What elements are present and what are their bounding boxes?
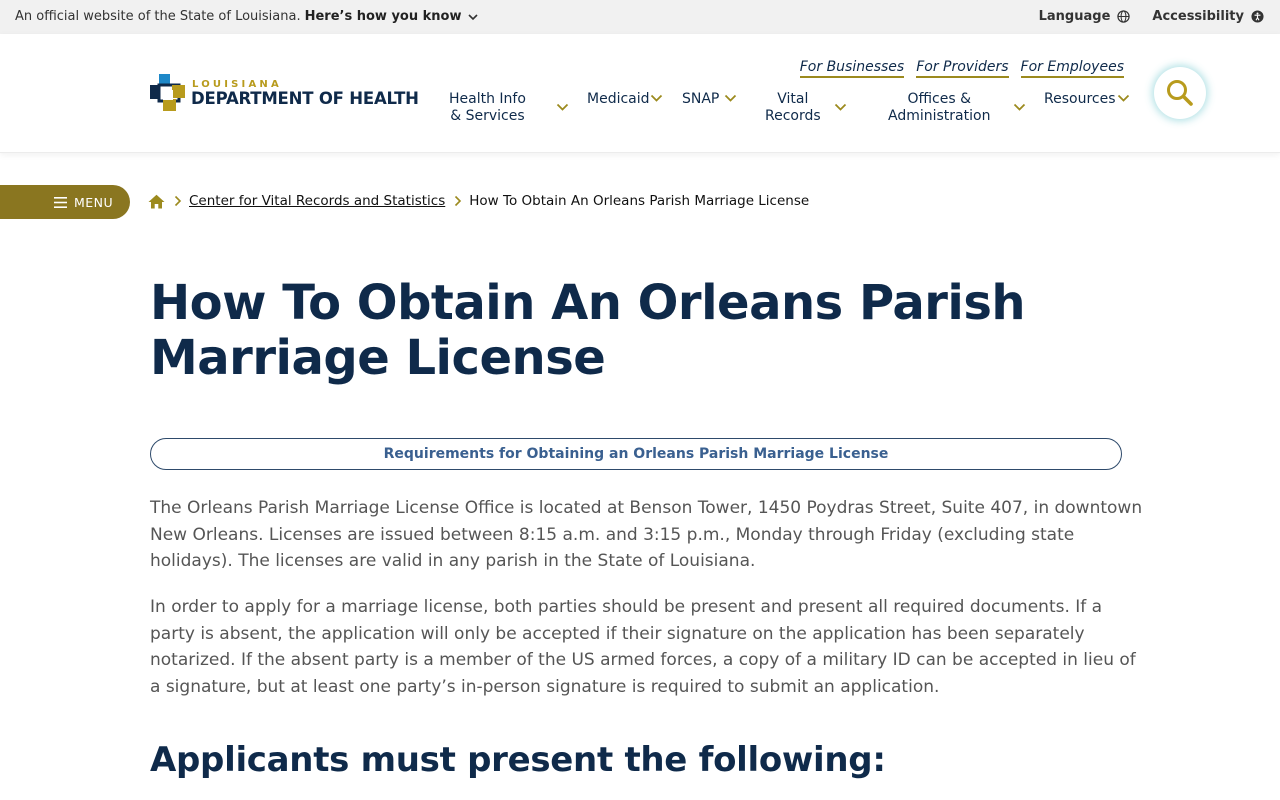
chevron-down-icon[interactable] bbox=[467, 11, 479, 23]
nav-medicaid[interactable]: Medicaid bbox=[587, 91, 650, 108]
nav-health-info[interactable]: Health Info & Services bbox=[449, 91, 526, 125]
nav-offices-administration[interactable]: Offices & Administration bbox=[888, 91, 990, 125]
hamburger-icon bbox=[54, 196, 67, 208]
nav-resources[interactable]: Resources bbox=[1044, 91, 1116, 108]
language-button[interactable]: Language bbox=[1039, 9, 1131, 24]
official-notice: An official website of the State of Loui… bbox=[15, 9, 479, 24]
chevron-right-icon bbox=[174, 195, 182, 207]
nav-vital-records[interactable]: Vital Records bbox=[765, 91, 821, 125]
accessibility-label: Accessibility bbox=[1152, 9, 1244, 24]
official-text: An official website of the State of Loui… bbox=[15, 9, 301, 24]
menu-button[interactable]: MENU bbox=[0, 185, 130, 219]
chevron-right-icon bbox=[455, 195, 462, 207]
chevron-down-icon[interactable] bbox=[1013, 103, 1026, 112]
home-icon[interactable] bbox=[148, 194, 165, 209]
chevron-down-icon[interactable] bbox=[1117, 94, 1130, 103]
site-header: LOUISIANA DEPARTMENT OF HEALTH For Busin… bbox=[0, 34, 1280, 153]
office-info-paragraph: The Orleans Parish Marriage License Offi… bbox=[150, 498, 1143, 572]
chevron-down-icon[interactable] bbox=[650, 94, 663, 103]
nav-snap[interactable]: SNAP bbox=[682, 91, 719, 108]
for-employees-link[interactable]: For Employees bbox=[1020, 59, 1124, 78]
application-info-paragraph: In order to apply for a marriage license… bbox=[150, 597, 1136, 697]
breadcrumb-vital-records-link[interactable]: Center for Vital Records and Statistics bbox=[189, 193, 445, 209]
accessibility-button[interactable]: Accessibility bbox=[1152, 9, 1264, 24]
search-button[interactable] bbox=[1154, 67, 1206, 119]
page-title: How To Obtain An Orleans Parish Marriage… bbox=[150, 275, 1026, 386]
for-businesses-link[interactable]: For Businesses bbox=[799, 59, 905, 78]
language-label: Language bbox=[1038, 9, 1111, 24]
requirements-jump-link[interactable]: Requirements for Obtaining an Orleans Pa… bbox=[150, 438, 1122, 470]
globe-icon bbox=[1117, 10, 1131, 23]
official-banner: An official website of the State of Loui… bbox=[0, 0, 1280, 34]
accessibility-icon bbox=[1251, 10, 1264, 23]
search-icon bbox=[1167, 80, 1193, 106]
chevron-down-icon[interactable] bbox=[834, 103, 847, 112]
chevron-down-icon[interactable] bbox=[556, 103, 569, 112]
audience-nav: For Businesses For Providers For Employe… bbox=[799, 59, 1124, 78]
breadcrumb-current: How To Obtain An Orleans Parish Marriage… bbox=[469, 193, 810, 209]
chevron-down-icon[interactable] bbox=[724, 94, 737, 103]
for-providers-link[interactable]: For Providers bbox=[916, 59, 1009, 78]
breadcrumb: Center for Vital Records and Statistics … bbox=[148, 193, 809, 209]
applicants-heading: Applicants must present the following: bbox=[150, 740, 886, 780]
how-you-know-toggle[interactable]: Here’s how you know bbox=[305, 9, 462, 24]
main-nav: Health Info & Services Medicaid SNAP Vit… bbox=[0, 91, 1280, 131]
menu-label: MENU bbox=[74, 194, 114, 210]
